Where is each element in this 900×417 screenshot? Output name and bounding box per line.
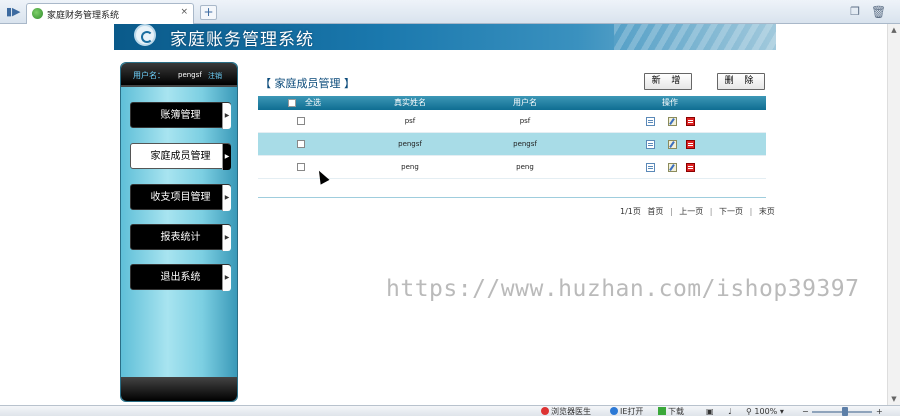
- pager-prev-link[interactable]: 上一页: [679, 207, 703, 216]
- cell-username: peng: [516, 163, 534, 171]
- ie-open-button[interactable]: IE打开: [610, 406, 643, 417]
- username-label: 用户名：: [133, 71, 165, 80]
- volume-icon[interactable]: ♩: [728, 406, 732, 417]
- watermark-text: https://www.huzhan.com/ishop39397: [386, 276, 860, 302]
- chevron-right-icon: ▶: [222, 144, 231, 170]
- sidebar-item-reports[interactable]: 报表统计 ▶: [130, 224, 231, 251]
- vertical-scrollbar[interactable]: ▲ ▼: [887, 24, 900, 405]
- header-select-all: 全选: [305, 98, 321, 107]
- scroll-down-icon[interactable]: ▼: [888, 393, 900, 405]
- chevron-right-icon: ▶: [222, 225, 231, 251]
- download-icon: [658, 407, 666, 415]
- delete-icon[interactable]: [686, 140, 695, 149]
- edit-icon[interactable]: [668, 140, 677, 149]
- delete-icon[interactable]: [686, 117, 695, 126]
- view-icon[interactable]: [646, 140, 655, 149]
- header-real-name: 真实姓名: [394, 98, 426, 107]
- browser-tab[interactable]: 家庭财务管理系统 ×: [26, 3, 194, 24]
- screen-icon[interactable]: ▣: [706, 406, 714, 417]
- select-all-checkbox[interactable]: [288, 99, 296, 107]
- new-tab-button[interactable]: +: [200, 5, 217, 20]
- cell-username: psf: [519, 117, 531, 125]
- table-row: pengsf pengsf: [258, 133, 766, 156]
- zoom-in-button[interactable]: +: [876, 406, 883, 417]
- sidebar-item-label: 退出系统: [160, 272, 201, 283]
- section-title: 【 家庭成员管理 】: [260, 77, 355, 90]
- app-title: 家庭账务管理系统: [170, 30, 314, 50]
- app-page: 家庭账务管理系统 用户名： pengsf 注销 账簿管理 ▶ 家庭成员管理 ▶ …: [114, 24, 776, 405]
- zoom-out-button[interactable]: −: [802, 406, 809, 417]
- chevron-right-icon: ▶: [222, 103, 231, 129]
- tab-title: 家庭财务管理系统: [47, 11, 120, 21]
- site-favicon-icon: [32, 8, 43, 19]
- doctor-button[interactable]: 浏览器医生: [541, 406, 591, 417]
- view-icon[interactable]: [646, 117, 655, 126]
- row-checkbox[interactable]: [297, 117, 305, 125]
- username-value: pengsf: [178, 71, 202, 79]
- sidebar-item-label: 收支项目管理: [150, 192, 211, 203]
- chevron-right-icon: ▶: [222, 265, 231, 291]
- download-label: 下载: [668, 407, 684, 416]
- cell-real-name: peng: [401, 163, 419, 171]
- pager-separator: |: [669, 207, 673, 216]
- browser-status-bar: 浏览器医生 IE打开 下载 ▣ ♩ ⚲ 100% ▾ − +: [0, 405, 900, 416]
- sidebar-item-label: 账簿管理: [160, 110, 201, 121]
- pager-separator: |: [749, 207, 753, 216]
- zoom-control[interactable]: ⚲ 100% ▾: [746, 406, 784, 417]
- chevron-right-icon: ▶: [222, 185, 231, 211]
- add-member-button[interactable]: 新 增: [644, 73, 692, 90]
- cell-username: pengsf: [513, 140, 537, 148]
- row-checkbox[interactable]: [297, 140, 305, 148]
- edit-icon[interactable]: [668, 117, 677, 126]
- header-actions: 操作: [662, 98, 678, 107]
- zoom-slider-handle[interactable]: [842, 407, 848, 416]
- pager-separator: |: [709, 207, 713, 216]
- row-checkbox[interactable]: [297, 163, 305, 171]
- tab-close-icon[interactable]: ×: [180, 7, 188, 17]
- pager-last-link[interactable]: 末页: [759, 207, 775, 216]
- header-banner: 家庭账务管理系统: [114, 24, 776, 50]
- pager-first-link[interactable]: 首页: [647, 207, 663, 216]
- sidebar-item-label: 报表统计: [160, 232, 201, 243]
- doctor-icon: [541, 407, 549, 415]
- delete-icon[interactable]: [686, 163, 695, 172]
- view-icon[interactable]: [646, 163, 655, 172]
- banner-decoration: [614, 24, 776, 50]
- sidebar-item-ledger[interactable]: 账簿管理 ▶: [130, 102, 231, 129]
- cell-real-name: psf: [404, 117, 416, 125]
- table-row: peng peng: [258, 156, 766, 179]
- sidebar-item-family-members[interactable]: 家庭成员管理 ▶: [130, 143, 231, 170]
- table-divider: [258, 197, 766, 198]
- edit-icon[interactable]: [668, 163, 677, 172]
- ie-open-label: IE打开: [620, 407, 644, 416]
- sidebar-footer: [121, 377, 237, 401]
- sidebar-item-label: 家庭成员管理: [150, 151, 211, 162]
- user-bar: 用户名： pengsf 注销: [121, 63, 237, 87]
- cell-real-name: pengsf: [398, 140, 422, 148]
- trash-icon[interactable]: 🗑: [871, 5, 886, 19]
- table-header: 全选 真实姓名 用户名 操作: [258, 96, 766, 110]
- sidebar-item-income-expense[interactable]: 收支项目管理 ▶: [130, 184, 231, 211]
- pagination: 1/1页 首页 | 上一页 | 下一页 | 末页: [618, 206, 777, 217]
- members-table: 全选 真实姓名 用户名 操作 psf psf pengsf pengsf pen…: [258, 96, 766, 179]
- logout-link[interactable]: 注销: [208, 71, 222, 81]
- arrow-back-icon[interactable]: ▮▶: [6, 5, 21, 19]
- zoom-level: 100%: [754, 407, 778, 416]
- browser-tab-bar: ▮▶ 家庭财务管理系统 × + ❐ 🗑: [0, 0, 900, 24]
- ie-icon: [610, 407, 618, 415]
- sidebar: 用户名： pengsf 注销 账簿管理 ▶ 家庭成员管理 ▶ 收支项目管理 ▶ …: [120, 62, 238, 402]
- table-row: psf psf: [258, 110, 766, 133]
- zoom-icon: ⚲: [746, 407, 752, 416]
- sidebar-item-exit[interactable]: 退出系统 ▶: [130, 264, 231, 291]
- doctor-label: 浏览器医生: [551, 407, 591, 416]
- header-username: 用户名: [513, 98, 537, 107]
- window-restore-icon[interactable]: ❐: [848, 6, 862, 18]
- download-button[interactable]: 下载: [658, 406, 684, 417]
- pager-next-link[interactable]: 下一页: [719, 207, 743, 216]
- delete-member-button[interactable]: 删 除: [717, 73, 765, 90]
- logo-icon: [134, 24, 156, 46]
- scroll-up-icon[interactable]: ▲: [888, 24, 900, 36]
- page-info: 1/1页: [620, 207, 641, 216]
